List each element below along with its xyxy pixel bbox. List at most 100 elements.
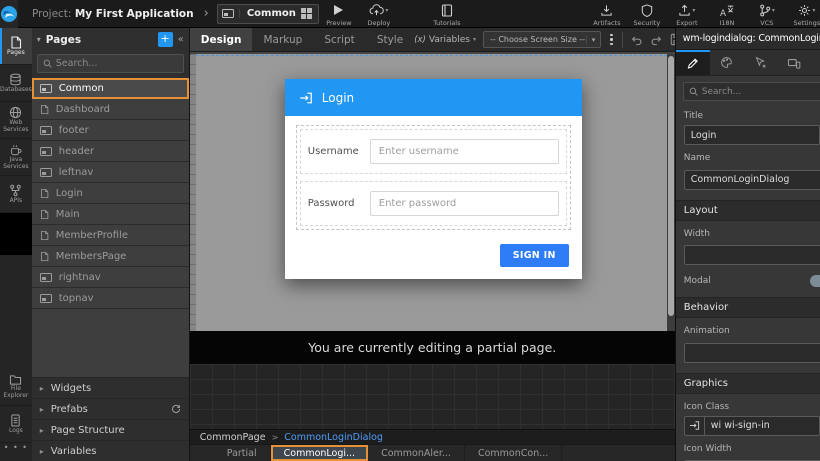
section-page-structure[interactable]: ▸ Page Structure bbox=[32, 419, 189, 440]
tab-markup[interactable]: Markup bbox=[252, 28, 313, 51]
page-item-common[interactable]: Common bbox=[32, 78, 189, 99]
breadcrumb-separator-icon: > bbox=[272, 433, 279, 442]
section-widgets[interactable]: ▸ Widgets bbox=[32, 377, 189, 398]
rail-item-file-explorer[interactable]: File Explorer bbox=[0, 369, 32, 406]
rail-item-pages[interactable]: Pages bbox=[0, 28, 32, 65]
rail-item-web-services[interactable]: Web Services bbox=[0, 102, 32, 139]
page-item-rightnav[interactable]: rightnav bbox=[32, 267, 189, 288]
canvas-ruler bbox=[190, 54, 196, 331]
icon-class-value[interactable]: wi wi-sign-in bbox=[705, 420, 819, 431]
redo-button[interactable] bbox=[650, 34, 663, 46]
deploy-button[interactable]: ▾ Deploy bbox=[364, 4, 394, 27]
tab-events[interactable] bbox=[743, 50, 777, 75]
tab-commonconfirmdialog[interactable]: CommonCon... bbox=[465, 445, 562, 461]
more-options-kebab-icon[interactable] bbox=[608, 34, 615, 46]
preview-button[interactable]: Preview bbox=[324, 4, 354, 27]
tab-styles[interactable] bbox=[710, 50, 744, 75]
grid-icon[interactable] bbox=[296, 8, 318, 19]
page-item-memberprofile[interactable]: MemberProfile bbox=[32, 225, 189, 246]
inspector-search-input[interactable] bbox=[702, 87, 820, 97]
search-icon bbox=[689, 87, 698, 96]
page-icon bbox=[40, 188, 49, 199]
rail-item-apis[interactable]: APIs bbox=[0, 176, 32, 213]
icon-class-group[interactable]: wi wi-sign-in bbox=[684, 416, 820, 436]
sign-in-button[interactable]: SIGN IN bbox=[500, 244, 569, 267]
toolbar-right-controls: (x) Variables ▾ -- Choose Screen Size --… bbox=[414, 28, 704, 51]
section-prefabs[interactable]: ▸ Prefabs bbox=[32, 398, 189, 419]
animation-select[interactable]: ▾ bbox=[684, 340, 820, 363]
pages-search[interactable] bbox=[37, 54, 184, 73]
sign-in-icon bbox=[299, 91, 313, 105]
section-behavior[interactable]: Behavior bbox=[676, 297, 820, 318]
app-logo[interactable] bbox=[0, 0, 18, 28]
tab-commonlogindialog[interactable]: CommonLogi... bbox=[271, 445, 368, 461]
icon-width-label: Icon Width bbox=[684, 444, 820, 454]
tab-properties[interactable] bbox=[676, 50, 710, 75]
collapse-panel-icon[interactable]: « bbox=[178, 34, 184, 45]
page-item-leftnav[interactable]: leftnav bbox=[32, 162, 189, 183]
breadcrumb-commonpage[interactable]: CommonPage bbox=[200, 432, 266, 443]
artifacts-button[interactable]: Artifacts bbox=[592, 4, 622, 27]
tab-security[interactable] bbox=[811, 50, 820, 75]
undo-button[interactable] bbox=[630, 34, 643, 46]
name-input[interactable] bbox=[684, 170, 820, 190]
add-page-button[interactable]: + bbox=[158, 32, 173, 47]
section-layout[interactable]: Layout bbox=[676, 200, 820, 221]
export-button[interactable]: ▾ Export bbox=[672, 4, 702, 27]
section-variables[interactable]: ▸ Variables bbox=[32, 440, 189, 461]
tab-style[interactable]: Style bbox=[366, 28, 414, 51]
refresh-icon[interactable] bbox=[171, 404, 181, 414]
wavemaker-logo-icon bbox=[0, 5, 18, 23]
inspector-header: wm-logindialog: CommonLoginDialog bbox=[676, 28, 820, 50]
tab-partial[interactable]: Partial bbox=[214, 445, 271, 461]
page-item-memberspage[interactable]: MembersPage bbox=[32, 246, 189, 267]
top-bar: Project: My First Application › Common P… bbox=[0, 0, 820, 28]
inspector-search[interactable] bbox=[683, 82, 820, 101]
pages-search-input[interactable] bbox=[56, 58, 178, 69]
username-field-row[interactable]: Username bbox=[300, 129, 567, 174]
tab-commonalertdialog[interactable]: CommonAler... bbox=[368, 445, 465, 461]
pages-caret-icon[interactable]: ▾ bbox=[37, 35, 41, 44]
dialog-header[interactable]: Login bbox=[285, 79, 582, 116]
canvas-scrollbar[interactable] bbox=[667, 54, 675, 331]
project-name: My First Application bbox=[75, 8, 194, 20]
upload-icon bbox=[678, 4, 691, 17]
vcs-button[interactable]: ▾ VCS bbox=[752, 4, 782, 27]
section-graphics[interactable]: Graphics bbox=[676, 373, 820, 394]
rail-item-databases[interactable]: Databases bbox=[0, 65, 32, 102]
form-widget-outline[interactable]: Username Password bbox=[296, 125, 571, 230]
page-item-login[interactable]: Login bbox=[32, 183, 189, 204]
chevron-right-icon: ▸ bbox=[40, 384, 44, 393]
settings-button[interactable]: ▾ Settings bbox=[792, 4, 820, 27]
page-item-main[interactable]: Main bbox=[32, 204, 189, 225]
i18n-button[interactable]: A I18N bbox=[712, 4, 742, 27]
password-input[interactable] bbox=[370, 191, 559, 216]
scrollbar-thumb[interactable] bbox=[668, 56, 674, 316]
password-field-row[interactable]: Password bbox=[300, 181, 567, 226]
rail-overflow-menu[interactable]: • • • bbox=[0, 443, 32, 461]
variables-button[interactable]: (x) Variables ▾ bbox=[414, 35, 476, 45]
username-input[interactable] bbox=[370, 139, 559, 164]
page-item-footer[interactable]: footer bbox=[32, 120, 189, 141]
animation-input[interactable] bbox=[684, 343, 820, 363]
translate-icon: A bbox=[720, 4, 734, 17]
screen-size-select[interactable]: -- Choose Screen Size -- ▾ bbox=[483, 31, 601, 48]
tab-design[interactable]: Design bbox=[190, 28, 253, 51]
rail-item-logs[interactable]: Logs bbox=[0, 406, 32, 443]
design-canvas[interactable]: Login Username Password bbox=[190, 52, 675, 331]
security-button[interactable]: Security bbox=[632, 4, 662, 27]
title-input[interactable] bbox=[684, 125, 820, 145]
tab-devices[interactable] bbox=[777, 50, 811, 75]
tab-script[interactable]: Script bbox=[313, 28, 365, 51]
page-selector-dropdown[interactable]: Common bbox=[217, 4, 319, 24]
tutorials-button[interactable]: Tutorials bbox=[432, 4, 462, 27]
modal-toggle[interactable] bbox=[810, 275, 820, 287]
breadcrumb-commonlogindialog[interactable]: CommonLoginDialog bbox=[284, 432, 383, 443]
page-item-header[interactable]: header bbox=[32, 141, 189, 162]
width-input[interactable] bbox=[684, 245, 820, 265]
rail-item-java-services[interactable]: Java Services bbox=[0, 139, 32, 176]
page-item-dashboard[interactable]: Dashboard bbox=[32, 99, 189, 120]
page-item-topnav[interactable]: topnav bbox=[32, 288, 189, 309]
login-dialog-widget[interactable]: Login Username Password bbox=[285, 79, 582, 279]
name-label: Name bbox=[684, 153, 820, 163]
